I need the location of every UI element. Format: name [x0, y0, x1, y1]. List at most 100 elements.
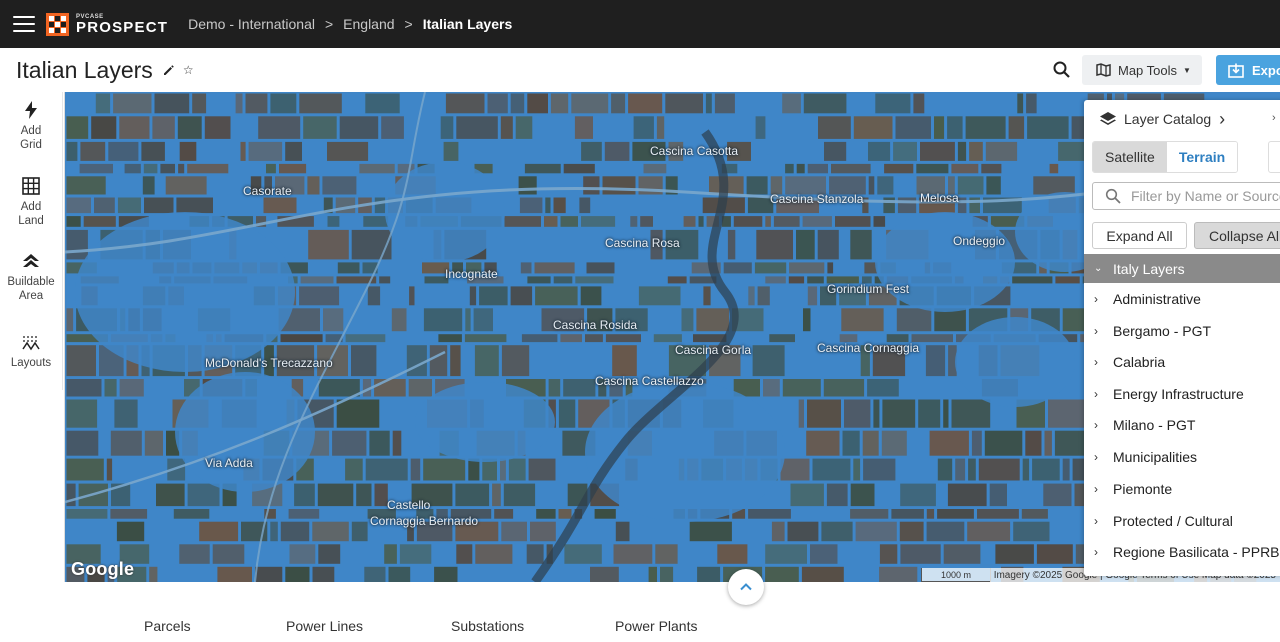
map-label: Ondeggio: [953, 234, 1006, 248]
map-label: Via Adda: [205, 456, 253, 470]
tree-item[interactable]: › Piemonte: [1084, 474, 1280, 504]
logo-big-text: PROSPECT: [76, 18, 169, 36]
map-label: McDonald's Trecazzano: [205, 356, 333, 370]
rail-item-label: Add Grid: [20, 125, 42, 151]
chevron-right-icon: ›: [1094, 418, 1098, 432]
chevron-right-icon: ›: [1094, 387, 1098, 401]
tree-item-label: Energy Infrastructure: [1113, 386, 1244, 402]
basemap-satellite-button[interactable]: Satellite: [1093, 142, 1167, 172]
lightning-icon: [25, 101, 37, 119]
tree-item-label: Bergamo - PGT: [1113, 323, 1212, 339]
map-tools-button[interactable]: Map Tools ▼: [1082, 55, 1202, 85]
layer-catalog-header[interactable]: Layer Catalog › ›: [1084, 100, 1280, 138]
basemap-terrain-button[interactable]: Terrain: [1166, 142, 1238, 172]
tree-item[interactable]: › Bergamo - PGT: [1084, 316, 1280, 346]
breadcrumb: Demo - International > England > Italian…: [188, 16, 512, 32]
google-logo: Google: [71, 559, 135, 579]
title-bar: Italian Layers ☆ Map Tools ▼ Export: [0, 48, 1280, 92]
map-label: Cornaggia Bernardo: [370, 514, 479, 528]
layouts-icon: [22, 336, 40, 351]
tree-item[interactable]: › Milano - PGT: [1084, 410, 1280, 440]
drawer-toggle-button[interactable]: [728, 569, 764, 605]
export-button[interactable]: Export: [1216, 55, 1280, 85]
breadcrumb-item-current: Italian Layers: [422, 16, 513, 32]
map-label: Casorate: [243, 184, 292, 198]
map-label: Cascina Rosida: [553, 318, 638, 332]
rail-item-label: Buildable Area: [7, 276, 55, 302]
tree-item[interactable]: › Calabria: [1084, 347, 1280, 377]
grid-icon: [22, 177, 40, 195]
rail-item-add-grid[interactable]: Add Grid: [0, 100, 62, 152]
tree-item[interactable]: › Municipalities: [1084, 442, 1280, 472]
layer-filter-input[interactable]: [1131, 188, 1280, 204]
basemap-toggle: Satellite Terrain: [1092, 141, 1239, 173]
bottom-drawer: Parcels Power Lines Substations Power Pl…: [64, 569, 1280, 642]
tool-rail: Add Grid Add Land Buildable Area Layouts: [0, 92, 63, 390]
layer-catalog-panel: Layer Catalog › › Satellite Terrain Expa…: [1084, 100, 1280, 576]
expand-all-button[interactable]: Expand All: [1092, 222, 1187, 249]
map-label: Incognate: [445, 267, 498, 281]
map-label: Cascina Cornaggia: [817, 341, 920, 355]
export-label: Export: [1252, 62, 1280, 78]
layer-catalog-title: Layer Catalog: [1124, 111, 1212, 127]
tree-item-italy-layers[interactable]: ⌄ Italy Layers: [1084, 254, 1280, 283]
rail-item-label: Layouts: [10, 357, 52, 369]
tree-item-label: Municipalities: [1113, 449, 1198, 465]
tab-power-lines[interactable]: Power Lines: [286, 618, 363, 634]
map-scale: 1000 m: [921, 568, 991, 582]
chevron-right-icon: ›: [1094, 545, 1098, 559]
tree-item-label: Milano - PGT: [1113, 417, 1196, 433]
breadcrumb-item-demo[interactable]: Demo - International: [188, 16, 315, 32]
tree-item[interactable]: › Administrative: [1084, 284, 1280, 314]
rail-item-layouts[interactable]: Layouts: [0, 332, 62, 370]
caret-down-icon: ▼: [1183, 65, 1191, 75]
menu-icon[interactable]: [13, 16, 35, 32]
map-label: Castello: [387, 498, 431, 512]
breadcrumb-item-england[interactable]: England: [343, 16, 394, 32]
tree-item-label: Administrative: [1113, 291, 1201, 307]
chevron-down-icon: ⌄: [1094, 263, 1103, 274]
chevron-right-icon: ›: [1094, 324, 1098, 338]
chevron-right-icon[interactable]: ›: [1219, 109, 1225, 130]
map-label: Gorindium Fest: [827, 282, 910, 296]
tree-item-label: Italy Layers: [1113, 260, 1185, 277]
map-label: Cascina Gorla: [675, 343, 752, 357]
search-icon: [1105, 188, 1121, 204]
page-title: Italian Layers: [16, 56, 153, 83]
tree-item-label: Piemonte: [1113, 481, 1173, 497]
pencil-icon[interactable]: [163, 64, 175, 76]
panel-collapse-icon[interactable]: ›: [1272, 112, 1276, 124]
star-icon[interactable]: ☆: [183, 63, 194, 77]
buildable-area-icon: [23, 254, 39, 267]
map-icon: [1096, 63, 1111, 77]
tree-item[interactable]: › Regione Basilicata - PPRB: [1084, 537, 1280, 567]
map-label: Cascina Casotta: [650, 144, 739, 158]
layers-icon: [1100, 112, 1116, 125]
rail-item-buildable-area[interactable]: Buildable Area: [0, 251, 62, 303]
app-logo[interactable]: PVCASE PROSPECT: [46, 12, 169, 36]
tree-item[interactable]: › Protected / Cultural: [1084, 506, 1280, 536]
layer-filter: [1092, 182, 1280, 210]
tab-parcels[interactable]: Parcels: [144, 618, 191, 634]
chevron-right-icon: ›: [1094, 450, 1098, 464]
tab-power-plants[interactable]: Power Plants: [615, 618, 697, 634]
tab-substations[interactable]: Substations: [451, 618, 524, 634]
tree-item-label: Calabria: [1113, 354, 1166, 370]
bottom-tabs: Parcels Power Lines Substations Power Pl…: [64, 618, 964, 638]
rail-item-add-land[interactable]: Add Land: [0, 176, 62, 228]
map-tools-label: Map Tools: [1118, 62, 1178, 78]
basemap-extra-button[interactable]: [1268, 141, 1280, 173]
breadcrumb-separator: >: [324, 16, 334, 32]
map-label: Melosa: [920, 191, 959, 205]
collapse-all-button[interactable]: Collapse All: [1194, 222, 1280, 249]
map-label: Cascina Rosa: [605, 236, 680, 250]
map-label: Cascina Castellazzo: [595, 374, 704, 388]
logo-mark-icon: [46, 12, 69, 36]
tree-item[interactable]: › Energy Infrastructure: [1084, 379, 1280, 409]
top-bar: PVCASE PROSPECT Demo - International > E…: [0, 0, 1280, 48]
tree-item-label: Protected / Cultural: [1113, 513, 1233, 529]
chevron-up-icon: [740, 583, 752, 591]
search-icon[interactable]: [1052, 60, 1072, 80]
map-label: Cascina Stanzola: [770, 192, 864, 206]
chevron-right-icon: ›: [1094, 482, 1098, 496]
